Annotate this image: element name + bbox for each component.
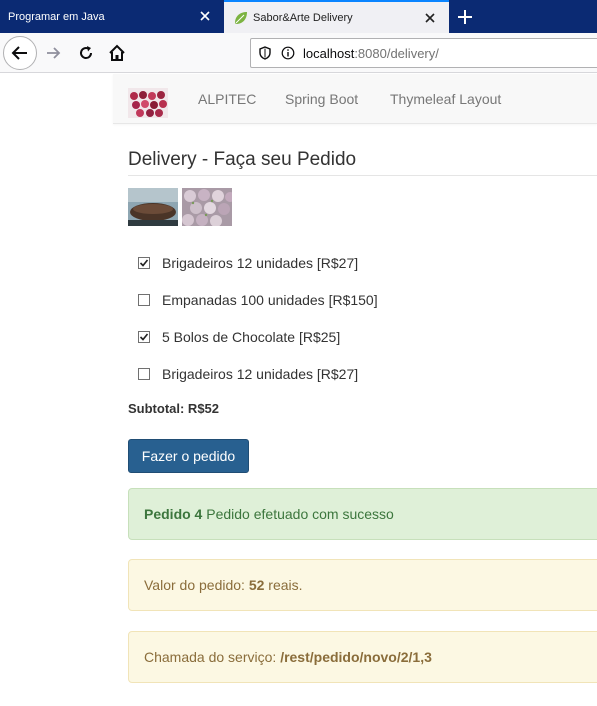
arrow-left-icon — [11, 46, 27, 60]
tab-title: Programar em Java — [8, 10, 105, 23]
reload-button[interactable] — [70, 37, 102, 69]
item-checkbox[interactable] — [138, 294, 150, 306]
order-value-amount: 52 — [248, 577, 265, 593]
checkmark-icon — [139, 333, 149, 341]
home-icon — [109, 44, 125, 61]
tab-sabor-arte-delivery[interactable]: Sabor&Arte Delivery — [224, 0, 449, 33]
item-checkbox[interactable] — [138, 257, 150, 269]
success-alert: Pedido 4 Pedido efetuado com sucesso — [128, 488, 597, 540]
plus-icon — [458, 10, 472, 24]
item-label: 5 Bolos de Chocolate [R$25] — [162, 329, 341, 345]
order-item[interactable]: Brigadeiros 12 unidades [R$27] — [138, 253, 358, 273]
item-label: Empanadas 100 unidades [R$150] — [162, 292, 378, 308]
item-label: Brigadeiros 12 unidades [R$27] — [162, 366, 359, 382]
forward-button[interactable] — [38, 37, 70, 69]
site-navbar: ALPITEC Spring Boot Thymeleaf Layout — [113, 74, 597, 124]
brand-logo-image[interactable] — [128, 88, 168, 118]
arrow-right-icon — [47, 47, 61, 59]
subtotal: Subtotal: R$52 — [128, 401, 220, 416]
success-message: Pedido efetuado com sucesso — [202, 506, 394, 522]
navigation-toolbar: localhost:8080/delivery/ — [0, 33, 597, 73]
order-value-alert: Valor do pedido: 52 reais. — [128, 559, 597, 611]
url-host: localhost — [303, 45, 355, 61]
service-call-label: Chamada do serviço: — [144, 649, 281, 665]
reload-icon — [80, 46, 93, 59]
home-button[interactable] — [101, 37, 133, 69]
url-text: localhost:8080/delivery/ — [303, 46, 439, 61]
nav-link-thymeleaf-layout[interactable]: Thymeleaf Layout — [390, 91, 501, 107]
service-call-path: /rest/pedido/novo/2/1,3 — [280, 649, 432, 665]
order-item[interactable]: 5 Bolos de Chocolate [R$25] — [138, 327, 340, 347]
new-tab-button[interactable] — [452, 4, 478, 30]
tab-title: Sabor&Arte Delivery — [253, 11, 353, 24]
info-icon[interactable] — [279, 44, 297, 62]
item-checkbox[interactable] — [138, 368, 150, 380]
page-title: Delivery - Faça seu Pedido — [128, 149, 357, 170]
place-order-button[interactable]: Fazer o pedido — [128, 439, 249, 473]
item-checkbox[interactable] — [138, 331, 150, 343]
product-image-brownie — [128, 188, 178, 226]
close-tab-icon[interactable] — [198, 9, 212, 23]
order-item[interactable]: Empanadas 100 unidades [R$150] — [138, 290, 378, 310]
nav-link-alpitec[interactable]: ALPITEC — [198, 91, 256, 107]
product-image-brigadeiros — [182, 188, 232, 226]
order-number: Pedido 4 — [144, 506, 203, 522]
tab-programar-em-java[interactable]: Programar em Java — [0, 0, 224, 33]
title-divider — [128, 175, 597, 176]
back-button[interactable] — [3, 36, 37, 70]
url-path: :8080/delivery/ — [354, 45, 439, 61]
nav-link-spring-boot[interactable]: Spring Boot — [285, 91, 358, 107]
item-label: Brigadeiros 12 unidades [R$27] — [162, 255, 359, 271]
order-value-label: Valor do pedido: — [144, 577, 249, 593]
url-bar[interactable]: localhost:8080/delivery/ — [250, 38, 597, 68]
close-tab-icon[interactable] — [423, 11, 437, 25]
leaf-favicon-icon — [235, 11, 247, 24]
checkmark-icon — [139, 259, 149, 267]
shield-icon[interactable] — [256, 44, 274, 62]
page-content: ALPITEC Spring Boot Thymeleaf Layout Del… — [0, 74, 597, 706]
order-value-suffix: reais. — [264, 577, 303, 593]
order-item[interactable]: Brigadeiros 12 unidades [R$27] — [138, 364, 358, 384]
tab-strip: Programar em Java Sabor&Arte Delivery — [0, 0, 597, 33]
service-call-alert: Chamada do serviço: /rest/pedido/novo/2/… — [128, 631, 597, 683]
